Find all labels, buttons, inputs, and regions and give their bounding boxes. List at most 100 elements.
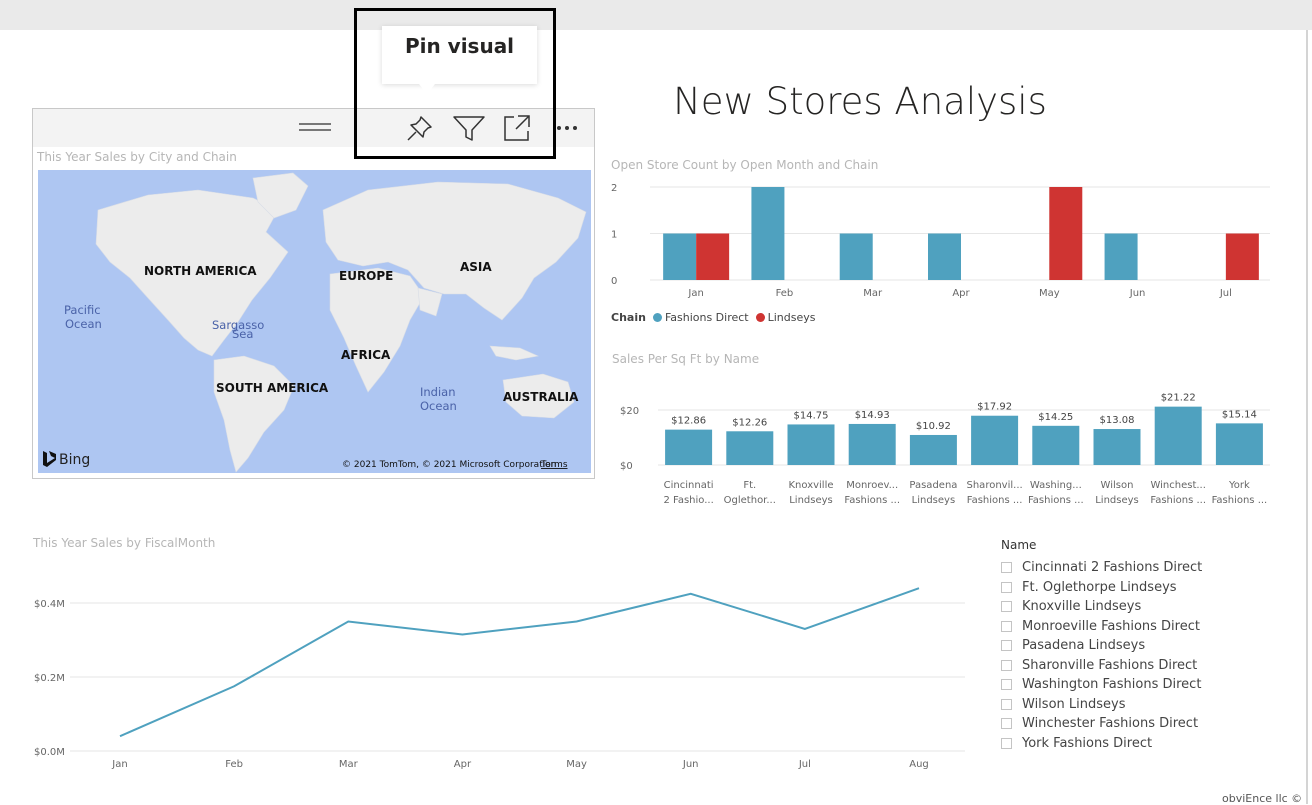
world-map[interactable]: NORTH AMERICA EUROPE ASIA AFRICA SOUTH A…: [38, 170, 591, 473]
bar-fashions-direct[interactable]: [663, 233, 697, 281]
slicer-item-label: Monroeville Fashions Direct: [1022, 618, 1200, 634]
x-tick-label: Wilson: [1101, 480, 1134, 491]
slicer-item[interactable]: Winchester Fashions Direct: [1001, 714, 1301, 734]
x-tick-label: Oglethor...: [724, 495, 776, 506]
chart-sales-fiscal-title: This Year Sales by FiscalMonth: [33, 536, 216, 550]
bar-sales-per-sqft[interactable]: [1032, 425, 1080, 465]
bar-fashions-direct[interactable]: [839, 233, 873, 281]
x-tick-label: Lindseys: [1095, 495, 1139, 506]
bar-sales-per-sqft[interactable]: [848, 423, 896, 465]
data-label: $15.14: [1222, 409, 1257, 420]
line-point[interactable]: [802, 626, 808, 632]
data-label: $10.92: [916, 421, 951, 432]
bar-fashions-direct[interactable]: [751, 187, 785, 280]
chain-legend: Chain Fashions Direct Lindseys: [611, 311, 816, 324]
x-tick-label: Sharonvil...: [967, 480, 1023, 491]
legend-label-lindseys[interactable]: Lindseys: [768, 311, 816, 324]
line-point[interactable]: [345, 619, 351, 625]
x-tick-label: Aug: [909, 759, 929, 770]
checkbox[interactable]: [1001, 659, 1012, 671]
line-point[interactable]: [574, 619, 580, 625]
footer-credit: obviEnce llc ©: [1222, 792, 1303, 805]
x-tick-label: Lindseys: [912, 495, 956, 506]
line-point[interactable]: [459, 631, 465, 637]
x-tick-label: Fashions ...: [844, 495, 900, 506]
sales-per-sqft-chart[interactable]: $0 $20 $12.86 Cincinnati 2 Fashio... $12.26 Ft…: [600, 385, 1280, 510]
slicer-item-label: Sharonville Fashions Direct: [1022, 657, 1198, 673]
data-label: $14.25: [1038, 412, 1073, 423]
data-label: $17.92: [977, 402, 1012, 413]
bar-sales-per-sqft[interactable]: [909, 434, 957, 465]
slicer-item-label: Pasadena Lindseys: [1022, 638, 1146, 654]
terms-link[interactable]: Terms: [540, 460, 568, 470]
slicer-item[interactable]: Cincinnati 2 Fashions Direct: [1001, 558, 1301, 578]
bar-sales-per-sqft[interactable]: [1093, 429, 1141, 465]
x-tick-label: Fashions ...: [967, 495, 1023, 506]
checkbox[interactable]: [1001, 679, 1012, 691]
x-tick-label: Jun: [1129, 288, 1146, 299]
bar-sales-per-sqft[interactable]: [1215, 423, 1263, 465]
checkbox[interactable]: [1001, 718, 1012, 730]
bar-sales-per-sqft[interactable]: [1154, 406, 1202, 465]
slicer-item-label: Winchester Fashions Direct: [1022, 716, 1199, 732]
data-label: $12.86: [671, 416, 706, 427]
bar-lindseys[interactable]: [1049, 187, 1083, 280]
bar-sales-per-sqft[interactable]: [971, 415, 1019, 465]
slicer-item[interactable]: Washington Fashions Direct: [1001, 675, 1301, 695]
x-tick-label: May: [1039, 288, 1060, 299]
open-store-chart[interactable]: 0 1 2 Jan Feb Mar Apr May Jun Jul: [600, 175, 1280, 305]
label-indian-1: Indian: [420, 385, 456, 399]
x-tick-label: York: [1228, 480, 1250, 491]
bar-fashions-direct[interactable]: [1104, 233, 1138, 281]
y-tick-label: $0: [620, 461, 633, 472]
line-point[interactable]: [688, 591, 694, 597]
bar-sales-per-sqft[interactable]: [665, 429, 713, 465]
top-bar: [0, 0, 1312, 30]
bar-lindseys[interactable]: [1225, 233, 1259, 281]
slicer-item[interactable]: Wilson Lindseys: [1001, 695, 1301, 715]
legend-label-fashions-direct[interactable]: Fashions Direct: [665, 311, 749, 324]
x-tick-label: Winchest...: [1150, 480, 1205, 491]
checkbox[interactable]: [1001, 640, 1012, 652]
sales-fiscal-month-chart[interactable]: $0.0M $0.2M $0.4M Jan Feb Mar Apr May Jun Jul Aug: [0, 570, 980, 780]
checkbox[interactable]: [1001, 620, 1012, 632]
bar-sales-per-sqft[interactable]: [787, 424, 835, 465]
x-tick-label: Feb: [776, 288, 794, 299]
line-point[interactable]: [916, 585, 922, 591]
checkbox[interactable]: [1001, 581, 1012, 593]
y-tick-label: $0.2M: [34, 673, 65, 684]
slicer-item[interactable]: York Fashions Direct: [1001, 734, 1301, 754]
slicer-item[interactable]: Ft. Oglethorpe Lindseys: [1001, 578, 1301, 598]
slicer-item-label: Knoxville Lindseys: [1022, 599, 1142, 615]
slicer-item[interactable]: Pasadena Lindseys: [1001, 636, 1301, 656]
bar-lindseys[interactable]: [696, 233, 730, 281]
map-title: This Year Sales by City and Chain: [37, 150, 237, 164]
chart-sales-sqft-title: Sales Per Sq Ft by Name: [612, 352, 760, 366]
bar-sales-per-sqft[interactable]: [726, 431, 774, 465]
slicer-item[interactable]: Monroeville Fashions Direct: [1001, 617, 1301, 637]
checkbox[interactable]: [1001, 562, 1012, 574]
x-tick-label: Apr: [952, 288, 970, 299]
highlight-box: [354, 8, 556, 159]
line-point[interactable]: [231, 683, 237, 689]
name-slicer[interactable]: Name Cincinnati 2 Fashions Direct Ft. Ogl…: [1001, 538, 1301, 753]
checkbox[interactable]: [1001, 737, 1012, 749]
line-point[interactable]: [117, 733, 123, 739]
x-tick-label: May: [566, 759, 587, 770]
checkbox[interactable]: [1001, 698, 1012, 710]
data-label: $14.75: [794, 410, 829, 421]
x-tick-label: Cincinnati: [664, 480, 714, 491]
x-tick-label: Lindseys: [789, 495, 833, 506]
scrollbar[interactable]: [1306, 30, 1308, 804]
map-visual[interactable]: This Year Sales by City and Chain NORTH …: [32, 108, 595, 479]
drag-handle-icon[interactable]: [299, 123, 331, 131]
x-tick-label: Mar: [863, 288, 883, 299]
checkbox[interactable]: [1001, 601, 1012, 613]
slicer-item[interactable]: Sharonville Fashions Direct: [1001, 656, 1301, 676]
label-sargasso-2: Sea: [232, 327, 253, 341]
slicer-item-label: Cincinnati 2 Fashions Direct: [1022, 560, 1203, 576]
x-tick-label: Jan: [687, 288, 703, 299]
bar-fashions-direct[interactable]: [928, 233, 961, 281]
slicer-item[interactable]: Knoxville Lindseys: [1001, 597, 1301, 617]
legend-dot-lindseys: [755, 313, 765, 322]
